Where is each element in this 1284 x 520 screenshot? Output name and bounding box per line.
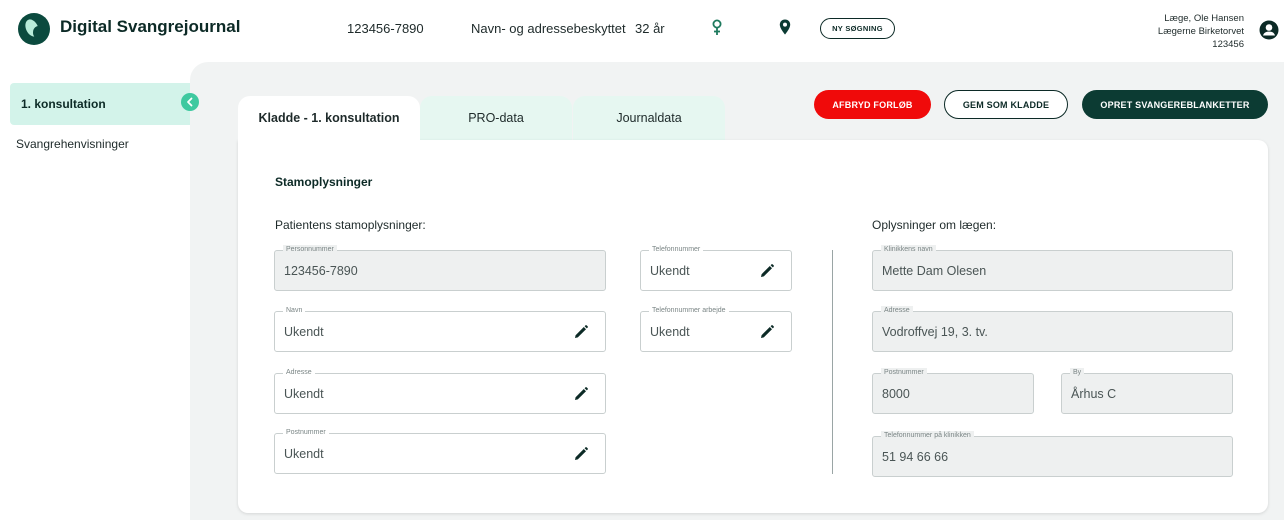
pencil-edit-icon[interactable] [760, 264, 774, 278]
user-id: 123456 [1212, 39, 1244, 50]
field-label: Telefonnummer arbejde [649, 306, 729, 316]
field-value: Ukendt [650, 325, 690, 339]
patient-section-title: Patientens stamoplysninger: [275, 218, 426, 232]
patient-cpr: 123456-7890 [347, 21, 424, 36]
clinic-address-field: Adresse Vodroffvej 19, 3. tv. [872, 306, 1233, 352]
column-divider [832, 250, 833, 474]
field-label: Adresse [283, 368, 315, 378]
field-label: Adresse [881, 306, 913, 316]
field-value: 123456-7890 [284, 264, 358, 278]
user-info: Læge, Ole Hansen Lægerne Birketorvet 123… [1158, 12, 1244, 51]
field-value: Ukendt [284, 447, 324, 461]
app-logo-icon [18, 13, 50, 45]
collapse-sidebar-button[interactable] [181, 93, 199, 111]
cpr-field: Personnummer 123456-7890 [274, 245, 606, 291]
pencil-edit-icon[interactable] [574, 447, 588, 461]
app-header: Digital Svangrejournal 123456-7890 Navn-… [0, 0, 1284, 62]
user-clinic: Lægerne Birketorvet [1157, 26, 1244, 37]
chevron-left-icon [187, 97, 193, 107]
clinic-phone-field: Telefonnummer på klinikken 51 94 66 66 [872, 431, 1233, 477]
field-value: Mette Dam Olesen [882, 264, 987, 278]
user-account-icon[interactable] [1259, 20, 1279, 40]
field-value: Ukendt [284, 325, 324, 339]
protection-status: Navn- og adressebeskyttet [471, 21, 626, 36]
field-label: Navn [283, 306, 306, 316]
sidebar-item-first-consultation[interactable]: 1. konsultation [10, 83, 190, 125]
new-search-button[interactable]: NY SØGNING [820, 18, 895, 39]
doctor-section-title: Oplysninger om lægen: [872, 218, 997, 232]
field-label: By [1070, 368, 1085, 378]
pencil-edit-icon[interactable] [760, 325, 774, 339]
pencil-edit-icon[interactable] [574, 325, 588, 339]
field-label: Personnummer [283, 245, 337, 255]
abort-course-button[interactable]: AFBRYD FORLØB [814, 90, 931, 119]
user-name: Læge, Ole Hansen [1164, 13, 1244, 24]
field-value: Vodroffvej 19, 3. tv. [882, 325, 988, 339]
phone-field[interactable]: Telefonnummer Ukendt [640, 245, 792, 291]
field-value: Ukendt [650, 264, 690, 278]
section-title: Stamoplysninger [275, 175, 373, 189]
save-draft-button[interactable]: GEM SOM KLADDE [944, 90, 1068, 119]
female-icon [712, 19, 722, 35]
location-pin-icon[interactable] [779, 19, 791, 35]
app-title: Digital Svangrejournal [60, 17, 241, 36]
create-forms-button[interactable]: OPRET SVANGEREBLANKETTER [1082, 90, 1268, 119]
tab-pro-data[interactable]: PRO-data [420, 96, 572, 140]
field-label: Klinikkens navn [881, 245, 936, 255]
clinic-postal-field: Postnummer 8000 [872, 368, 1034, 414]
field-value: Ukendt [284, 387, 324, 401]
field-value: Århus C [1071, 387, 1117, 401]
tab-journal-data[interactable]: Journaldata [573, 96, 725, 140]
field-label: Telefonnummer [649, 245, 704, 255]
address-field[interactable]: Adresse Ukendt [274, 368, 606, 414]
field-value: 51 94 66 66 [882, 450, 949, 464]
tab-draft-consultation[interactable]: Kladde - 1. konsultation [238, 96, 420, 140]
clinic-name-field: Klinikkens navn Mette Dam Olesen [872, 245, 1233, 291]
patient-age: 32 år [635, 21, 665, 36]
field-value: 8000 [882, 387, 910, 401]
sidebar-item-label: 1. konsultation [21, 97, 106, 111]
postal-code-field[interactable]: Postnummer Ukendt [274, 428, 606, 474]
clinic-city-field: By Århus C [1061, 368, 1233, 414]
sidebar-item-referrals[interactable]: Svangrehenvisninger [16, 137, 129, 151]
field-label: Postnummer [881, 368, 927, 378]
field-label: Telefonnummer på klinikken [881, 431, 974, 441]
sidebar: 1. konsultation Svangrehenvisninger [0, 62, 190, 520]
field-label: Postnummer [283, 428, 329, 438]
work-phone-field[interactable]: Telefonnummer arbejde Ukendt [640, 306, 792, 352]
name-field[interactable]: Navn Ukendt [274, 306, 606, 352]
pencil-edit-icon[interactable] [574, 387, 588, 401]
